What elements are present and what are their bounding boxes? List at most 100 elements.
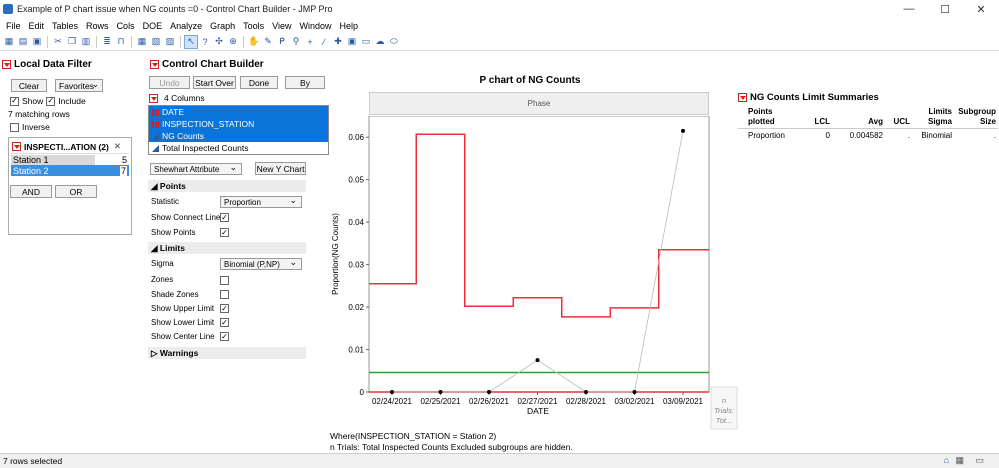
undo-button[interactable]: Undo <box>149 76 190 89</box>
column-ng-counts[interactable]: NG Counts <box>149 130 328 142</box>
menu-analyze[interactable]: Analyze <box>166 21 206 31</box>
maximize-button[interactable]: ☐ <box>927 0 963 18</box>
show-upper-limit-checkbox[interactable]: ✓ <box>220 304 229 313</box>
lasso-icon[interactable]: ᑭ <box>276 36 288 48</box>
filter-item-station-2[interactable]: Station 2 7 <box>11 165 129 176</box>
data-table-icon[interactable]: ▦ <box>136 36 148 48</box>
simple-shape-icon[interactable]: ▭ <box>360 36 372 48</box>
line-icon[interactable]: ⁄ <box>318 36 330 48</box>
control-chart[interactable]: 0 0.01 0.02 0.03 0.04 0.05 0.06 02/24/2021 02/2… <box>330 116 740 431</box>
row-proportion: Proportion <box>748 131 785 140</box>
show-connect-line-checkbox[interactable]: ✓ <box>220 213 229 222</box>
cell-ucl: . <box>907 131 910 140</box>
close-button[interactable]: ✕ <box>963 0 999 18</box>
scroller-icon[interactable]: ⊕ <box>227 36 239 48</box>
done-button[interactable]: Done <box>240 76 278 89</box>
inverse-checkbox[interactable] <box>10 122 19 132</box>
text-icon[interactable]: ▣ <box>346 36 358 48</box>
and-button[interactable]: AND <box>10 185 52 198</box>
filter-item-count: 5 <box>121 155 127 165</box>
points-section[interactable]: ◢ Points <box>148 180 306 192</box>
brush-icon[interactable]: ✎ <box>262 36 274 48</box>
col-limits-sigma: Limits Sigma <box>927 107 952 126</box>
show-points-checkbox[interactable]: ✓ <box>220 228 229 237</box>
polygon-icon[interactable]: ☁ <box>374 36 386 48</box>
cut-icon[interactable]: ✂ <box>52 36 64 48</box>
column-label: NG Counts <box>162 131 205 141</box>
x-tick-label: 02/26/2021 <box>469 397 510 406</box>
menu-tables[interactable]: Tables <box>48 21 82 31</box>
shade-zones-checkbox[interactable] <box>220 290 229 299</box>
red-triangle-menu-icon[interactable] <box>2 60 11 69</box>
help-icon[interactable]: ? <box>199 36 211 48</box>
grid-icon[interactable]: ▦ <box>955 455 964 466</box>
column-inspection-station[interactable]: INSPECTION_STATION <box>149 118 328 130</box>
menu-window[interactable]: Window <box>296 21 336 31</box>
menu-edit[interactable]: Edit <box>25 21 49 31</box>
show-center-line-checkbox[interactable]: ✓ <box>220 332 229 341</box>
sigma-dropdown[interactable]: Binomial (P,NP) <box>220 257 302 270</box>
script-icon[interactable]: ≣ <box>101 36 113 48</box>
phase-drop-zone[interactable]: Phase <box>369 92 709 115</box>
report-icon[interactable]: ▧ <box>150 36 162 48</box>
arrow-icon[interactable]: ↖ <box>184 34 198 49</box>
plus-icon[interactable]: + <box>304 36 316 48</box>
status-text: 7 rows selected <box>3 456 63 466</box>
favorites-dropdown[interactable]: Favorites ⌄ <box>55 79 103 92</box>
menu-cols[interactable]: Cols <box>113 21 139 31</box>
window-list-icon[interactable]: ▭ <box>975 455 984 466</box>
red-triangle-menu-icon[interactable] <box>738 93 747 102</box>
new-y-chart-button[interactable]: New Y Chart <box>255 162 306 175</box>
annotate-icon[interactable]: ✚ <box>332 36 344 48</box>
journal-icon[interactable]: ▨ <box>164 36 176 48</box>
copy-icon[interactable]: ❐ <box>66 36 78 48</box>
columns-header[interactable]: 4 Columns <box>149 93 205 103</box>
cell-avg: 0.004582 <box>849 131 883 140</box>
chart-type-dropdown[interactable]: Shewhart Attribute <box>150 162 242 175</box>
show-checkbox[interactable]: ✓ <box>10 96 19 106</box>
show-lower-limit-checkbox[interactable]: ✓ <box>220 318 229 327</box>
start-over-button[interactable]: Start Over <box>193 76 236 89</box>
column-date[interactable]: DATE <box>149 106 328 118</box>
minimize-button[interactable]: — <box>891 0 927 18</box>
zones-checkbox[interactable] <box>220 276 229 285</box>
menu-doe[interactable]: DOE <box>139 21 167 31</box>
filter-item-station-1[interactable]: Station 1 5 <box>11 153 129 165</box>
sigma-label: Sigma <box>151 259 174 268</box>
y-tick-label: 0.04 <box>348 218 364 227</box>
red-triangle-menu-icon[interactable] <box>12 142 21 151</box>
or-button[interactable]: OR <box>55 185 97 198</box>
column-label: INSPECTION_STATION <box>162 119 255 129</box>
menu-graph[interactable]: Graph <box>206 21 239 31</box>
lock-icon[interactable]: ⊓ <box>115 36 127 48</box>
by-button[interactable]: By <box>285 76 325 89</box>
red-triangle-menu-icon[interactable] <box>150 60 159 69</box>
save-icon[interactable]: ▣ <box>31 36 43 48</box>
menu-help[interactable]: Help <box>336 21 363 31</box>
red-triangle-menu-icon[interactable] <box>149 93 158 103</box>
disclosure-down-icon: ◢ <box>151 242 160 253</box>
paste-icon[interactable]: ▥ <box>80 36 92 48</box>
oval-icon[interactable]: ⬭ <box>388 36 400 48</box>
menu-tools[interactable]: Tools <box>239 21 268 31</box>
data-point <box>438 390 443 394</box>
zoom-icon[interactable]: ⚲ <box>290 36 302 48</box>
statistic-dropdown[interactable]: Proportion <box>220 195 302 208</box>
menu-file[interactable]: File <box>2 21 25 31</box>
open-icon[interactable]: ▤ <box>17 36 29 48</box>
matching-rows: 7 matching rows <box>8 109 70 119</box>
limits-section[interactable]: ◢ Limits <box>148 242 306 254</box>
filter-title: Local Data Filter <box>14 59 92 70</box>
clear-button[interactable]: Clear <box>11 79 47 92</box>
warnings-section[interactable]: ▷ Warnings <box>148 347 306 359</box>
hand-icon[interactable]: ✋ <box>248 36 260 48</box>
include-checkbox[interactable]: ✓ <box>46 96 56 106</box>
crosshair-icon[interactable]: ✣ <box>213 36 225 48</box>
y-axis-label: Proportion(NG Counts) <box>331 213 340 295</box>
home-icon[interactable]: ⌂ <box>944 455 949 465</box>
menu-view[interactable]: View <box>268 21 295 31</box>
close-icon[interactable]: ✕ <box>114 141 121 152</box>
new-table-icon[interactable]: ▦ <box>3 36 15 48</box>
column-total-inspected[interactable]: Total Inspected Counts <box>149 142 328 154</box>
menu-rows[interactable]: Rows <box>82 21 113 31</box>
